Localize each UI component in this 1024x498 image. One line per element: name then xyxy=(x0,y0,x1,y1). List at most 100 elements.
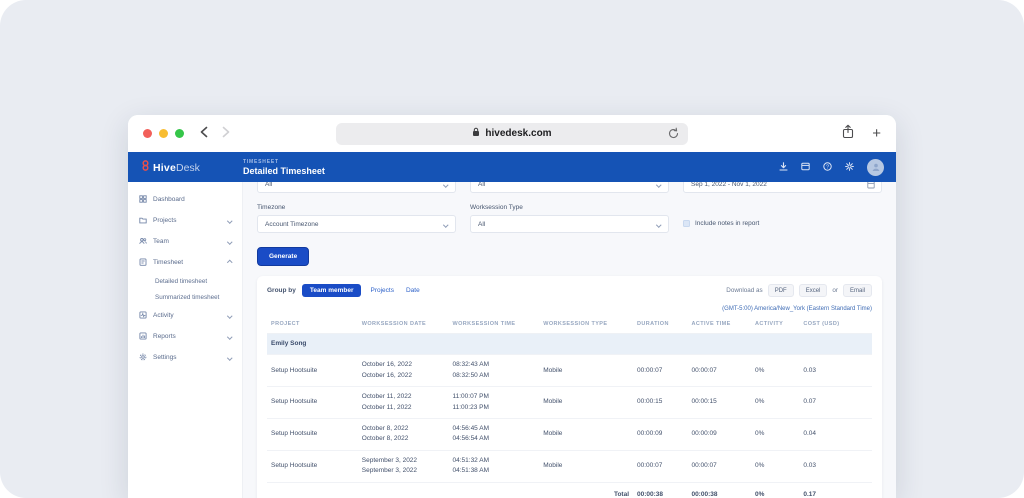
chevron-down-icon xyxy=(228,238,232,245)
table-row[interactable]: Setup HootsuiteOctober 11, 2022October 1… xyxy=(267,387,872,419)
total-row: Total00:00:3800:00:380%0.17 xyxy=(267,482,872,498)
cell-project: Setup Hootsuite xyxy=(267,418,358,450)
hivedesk-logo[interactable]: HiveDesk xyxy=(128,158,243,176)
avatar[interactable] xyxy=(867,159,884,176)
sidebar-item-label: Activity xyxy=(153,312,174,319)
reload-icon[interactable] xyxy=(667,127,680,143)
column-header: Worksession Time xyxy=(449,315,540,334)
cell-empty xyxy=(267,482,358,498)
cell-activity: 0% xyxy=(751,450,799,482)
calendar-icon xyxy=(867,182,875,191)
timezone-note: (GMT-5:00) America/New_York (Eastern Sta… xyxy=(267,306,872,312)
lock-icon xyxy=(472,127,480,140)
cell-cost: 0.07 xyxy=(799,387,872,419)
page-title: Detailed Timesheet xyxy=(243,166,325,176)
date-range-value: Sep 1, 2022 - Nov 1, 2022 xyxy=(691,182,767,188)
gear-icon[interactable] xyxy=(845,158,854,176)
download-excel-button[interactable]: Excel xyxy=(799,284,828,297)
cell-duration: 00:00:15 xyxy=(633,387,687,419)
cell-worksession-type: Mobile xyxy=(539,387,633,419)
sidebar-item-team[interactable]: Team xyxy=(128,231,242,252)
results-card: Group by Team memberProjectsDate Downloa… xyxy=(257,276,882,498)
svg-text:?: ? xyxy=(826,164,829,170)
cell-activity: 0% xyxy=(751,418,799,450)
chevron-down-icon xyxy=(228,354,232,361)
worksession-type-value: All xyxy=(478,221,485,228)
column-header: Project xyxy=(267,315,358,334)
time-end: 04:56:54 AM xyxy=(453,434,536,444)
date-end: October 11, 2022 xyxy=(362,403,445,413)
card-icon[interactable] xyxy=(801,158,810,176)
timezone-select[interactable]: Account Timezone xyxy=(257,215,456,233)
grid-icon xyxy=(139,195,147,205)
browser-chrome: hivedesk.com + xyxy=(128,115,896,152)
close-window-button[interactable] xyxy=(143,129,152,138)
minimize-window-button[interactable] xyxy=(159,129,168,138)
sidebar-nav: DashboardProjectsTeamTimesheetDetailed t… xyxy=(128,182,243,498)
date-start: October 16, 2022 xyxy=(362,360,445,370)
cell-worksession-date: September 3, 2022September 3, 2022 xyxy=(358,450,449,482)
sidebar-item-settings[interactable]: Settings xyxy=(128,347,242,368)
sidebar-item-dashboard[interactable]: Dashboard xyxy=(128,189,242,210)
table-row[interactable]: Setup HootsuiteOctober 8, 2022October 8,… xyxy=(267,418,872,450)
cell-worksession-type: Mobile xyxy=(539,355,633,387)
cell-project: Setup Hootsuite xyxy=(267,355,358,387)
brand-name-primary: Hive xyxy=(153,162,176,174)
group-by-tab-projects[interactable]: Projects xyxy=(367,284,396,297)
table-header-row: ProjectWorksession DateWorksession TimeW… xyxy=(267,315,872,334)
back-icon[interactable] xyxy=(200,125,208,143)
cell-worksession-time: 04:56:45 AM04:56:54 AM xyxy=(449,418,540,450)
group-header-label: Emily Song xyxy=(267,334,872,355)
time-end: 11:00:23 PM xyxy=(453,403,536,413)
table-row[interactable]: Setup HootsuiteOctober 16, 2022October 1… xyxy=(267,355,872,387)
sidebar-item-activity[interactable]: Activity xyxy=(128,305,242,326)
activity-icon xyxy=(139,311,147,321)
generate-button[interactable]: Generate xyxy=(257,247,309,266)
address-bar[interactable]: hivedesk.com xyxy=(336,123,688,145)
group-by-tab-team-member[interactable]: Team member xyxy=(302,284,362,297)
forward-icon[interactable] xyxy=(222,125,230,143)
column-header: Cost (USD) xyxy=(799,315,872,334)
download-pdf-button[interactable]: PDF xyxy=(768,284,794,297)
browser-window: hivedesk.com + HiveDesk TIMESHE xyxy=(128,115,896,498)
group-by-tab-date[interactable]: Date xyxy=(403,284,423,297)
sidebar-item-detailed-timesheet[interactable]: Detailed timesheet xyxy=(128,273,242,289)
chevron-down-icon xyxy=(228,217,232,224)
worksession-type-select[interactable]: All xyxy=(470,215,669,233)
cell-worksession-type: Mobile xyxy=(539,450,633,482)
sidebar-item-label: Reports xyxy=(153,333,176,340)
sidebar-item-timesheet[interactable]: Timesheet xyxy=(128,252,242,273)
date-range-input[interactable]: Sep 1, 2022 - Nov 1, 2022 xyxy=(683,182,882,193)
settings-icon xyxy=(139,353,147,363)
sidebar-item-projects[interactable]: Projects xyxy=(128,210,242,231)
cell-duration: 00:00:07 xyxy=(633,450,687,482)
cell-worksession-time: 08:32:43 AM08:32:50 AM xyxy=(449,355,540,387)
sidebar-item-reports[interactable]: Reports xyxy=(128,326,242,347)
cell-active-time: 00:00:09 xyxy=(687,418,751,450)
chevron-down-icon xyxy=(443,222,448,227)
url-text: hivedesk.com xyxy=(485,128,551,139)
total-activity: 0% xyxy=(751,482,799,498)
download-as-label: Download as xyxy=(726,287,762,294)
project-filter-select[interactable]: All xyxy=(257,182,456,193)
member-filter-select[interactable]: All xyxy=(470,182,669,193)
help-icon[interactable]: ? xyxy=(823,158,832,176)
group-header-row: Emily Song xyxy=(267,334,872,355)
table-row[interactable]: Setup HootsuiteSeptember 3, 2022Septembe… xyxy=(267,450,872,482)
chevron-down-icon xyxy=(228,333,232,340)
share-icon[interactable] xyxy=(842,124,854,144)
download-icon[interactable] xyxy=(779,158,788,176)
team-icon xyxy=(139,237,147,247)
cell-active-time: 00:00:07 xyxy=(687,450,751,482)
zoom-window-button[interactable] xyxy=(175,129,184,138)
sidebar-item-summarized-timesheet[interactable]: Summarized timesheet xyxy=(128,289,242,305)
email-button[interactable]: Email xyxy=(843,284,872,297)
new-tab-icon[interactable]: + xyxy=(872,126,881,141)
include-notes-checkbox[interactable] xyxy=(683,220,690,227)
hivedesk-logo-icon xyxy=(141,158,150,176)
total-duration: 00:00:38 xyxy=(633,482,687,498)
total-active-time: 00:00:38 xyxy=(687,482,751,498)
breadcrumb: TIMESHEET xyxy=(243,159,325,165)
timezone-label: Timezone xyxy=(257,204,456,211)
cell-worksession-time: 11:00:07 PM11:00:23 PM xyxy=(449,387,540,419)
